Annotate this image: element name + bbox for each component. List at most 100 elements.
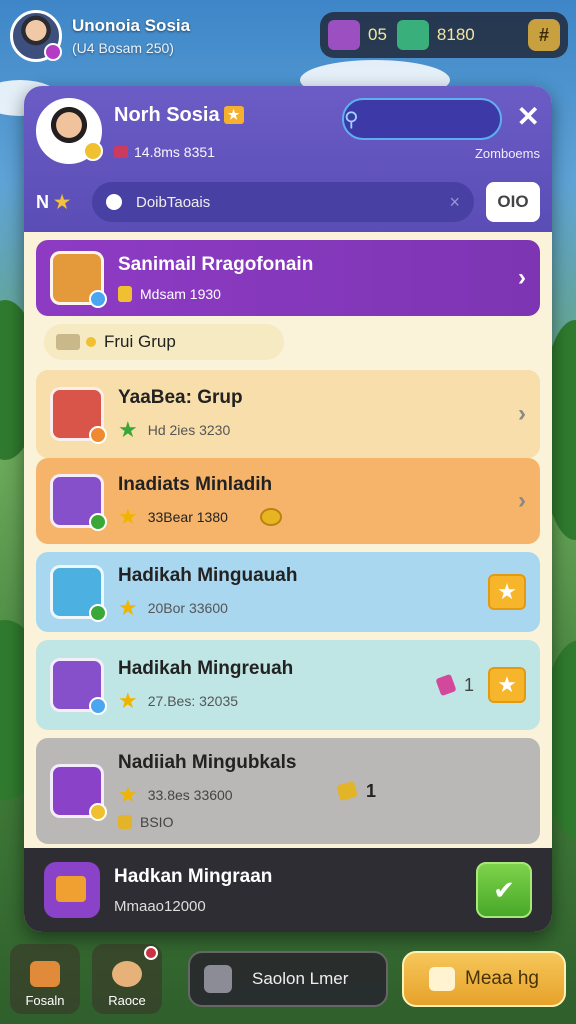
badge-icon <box>204 965 232 993</box>
filter-field[interactable]: DoibTaoais × <box>92 182 474 222</box>
item-meta-text: Mdsam 1930 <box>140 286 221 302</box>
item-meta-text: 27.Bes: 32035 <box>147 693 239 709</box>
filter-row: N ★ DoibTaoais × OIO <box>36 180 540 224</box>
close-button[interactable]: ✕ <box>517 100 540 133</box>
search-box: ⚲ ⌂ <box>342 98 502 140</box>
list-item[interactable]: YaaBea: Grup ★ Hd 2ies 3230 › <box>36 370 540 458</box>
chevron-right-icon[interactable]: › <box>518 400 526 428</box>
search-icon[interactable]: ⚲ <box>344 107 359 132</box>
medal-icon <box>118 286 132 302</box>
item-meta-secondary: BSIO <box>118 814 338 830</box>
currency-bar: 05 8180 # <box>320 12 568 58</box>
treasure-chest-icon <box>50 251 107 308</box>
mini-badge-icon <box>89 697 107 715</box>
gem-count: 8180 <box>436 25 475 44</box>
item-meta-text: 33Bear 1380 <box>147 509 228 525</box>
chevron-right-icon[interactable]: › <box>518 487 526 515</box>
list-item[interactable]: Hadikah Mingreuah ★ 27.Bes: 32035 1 ★ <box>36 640 540 730</box>
mini-badge-icon <box>89 290 107 308</box>
reward-list: Sanimail Rragofonain Mdsam 1930 › Frui G… <box>36 240 540 844</box>
user-subtitle: (U4 Bosam 250) <box>72 40 174 56</box>
chest-count: 05 <box>368 25 387 44</box>
level-label: N ★ <box>36 192 92 213</box>
nav-wide-button[interactable]: Saolon Lmer <box>188 951 388 1007</box>
clear-icon[interactable]: × <box>449 192 460 213</box>
chest-icon <box>328 20 360 50</box>
panel-user-name: Norh Sosia ★ <box>114 104 244 127</box>
claim-star-button[interactable]: ★ <box>488 667 526 703</box>
nav-item-fosaln[interactable]: Fosaln <box>10 944 80 1014</box>
user-name: Unonoia Sosia <box>72 16 191 35</box>
gift-box-icon <box>44 862 100 918</box>
currency-button[interactable]: # <box>528 19 560 51</box>
gold-reward-count: 1 <box>365 780 376 801</box>
item-title: YaaBea: Grup <box>118 387 243 408</box>
chevron-right-icon[interactable]: › <box>518 264 526 292</box>
ticket-icon <box>56 334 80 350</box>
item-info: Hadikah Minguauah ★ 20Bor 33600 <box>118 565 488 619</box>
star-badge-icon: ★ <box>223 106 244 124</box>
confirm-button[interactable]: ✔ <box>476 862 532 918</box>
list-item[interactable]: Nadiiah Mingubkals ★ 33.8es 33600 BSIO 1 <box>36 738 540 844</box>
nav-item-label: Raoce <box>108 993 146 1008</box>
mini-badge-icon <box>89 803 107 821</box>
level-letter: N <box>36 191 49 212</box>
item-info: Sanimail Rragofonain Mdsam 1930 <box>118 254 518 302</box>
filter-field-text: DoibTaoais <box>136 193 211 211</box>
item-meta: ★ 20Bor 33600 <box>118 597 488 619</box>
footer-meta: Mmaao12000 <box>114 897 206 915</box>
card-icon <box>429 967 456 991</box>
nav-primary-button[interactable]: Meaa hg <box>402 951 566 1007</box>
cabinet-icon <box>50 387 107 444</box>
item-title: Hadikah Minguauah <box>118 565 298 586</box>
item-info: YaaBea: Grup ★ Hd 2ies 3230 <box>118 387 518 441</box>
gold-bar-icon <box>336 780 358 802</box>
item-title: Nadiiah Mingubkals <box>118 752 297 773</box>
gold-reward: 1 <box>336 780 376 802</box>
panel-header: Norh Sosia★ 14.8ms 8351 ⚲ ⌂ ✕ Zomboems N… <box>24 86 552 232</box>
counter-box[interactable]: OIO <box>486 182 540 222</box>
item-meta-text: Hd 2ies 3230 <box>147 422 231 438</box>
nav-item-raoce[interactable]: Raoce <box>92 944 162 1014</box>
gold-icon <box>118 815 132 829</box>
item-meta: ★ 33.8es 33600 <box>118 784 338 806</box>
footer-title: Hadkan Mingraan <box>114 865 273 887</box>
search-input[interactable] <box>358 100 500 138</box>
gem-reward-count: 1 <box>463 674 474 695</box>
item-meta2-text: BSIO <box>140 814 174 830</box>
item-meta: Mdsam 1930 <box>118 286 518 302</box>
user-info: Unonoia Sosia (U4 Bosam 250) <box>72 16 190 56</box>
notification-dot-icon <box>144 946 158 960</box>
list-item[interactable]: Hadikah Minguauah ★ 20Bor 33600 ★ <box>36 552 540 632</box>
list-item[interactable]: Inadiats Minladih ★ 33Bear 1380 › <box>36 458 540 544</box>
panel-footer: Hadkan Mingraan Mmaao12000 ✔ <box>24 848 552 932</box>
mini-badge-icon <box>89 426 107 444</box>
panel-user-subtitle: 14.8ms 8351 <box>114 144 215 160</box>
coin-icon <box>86 337 96 347</box>
filter-dot-icon <box>106 194 122 210</box>
item-meta-text: 20Bor 33600 <box>147 600 228 616</box>
item-meta: ★ Hd 2ies 3230 <box>118 419 518 441</box>
coin-icon <box>259 508 282 526</box>
item-title: Hadikah Mingreuah <box>118 658 294 679</box>
gem-icon <box>435 673 457 697</box>
star-icon: ★ <box>118 595 138 620</box>
character-icon <box>112 961 142 987</box>
avatar-badge-icon <box>44 43 62 61</box>
item-title: Inadiats Minladih <box>118 474 273 495</box>
bag-icon <box>30 961 60 987</box>
coin-badge-icon <box>83 141 103 161</box>
star-icon: ★ <box>118 688 138 713</box>
item-meta: ★ 27.Bes: 32035 <box>118 690 438 712</box>
green-star-icon: ★ <box>118 417 138 442</box>
level-star-icon: ★ <box>54 191 71 212</box>
panel-avatar[interactable] <box>36 98 103 164</box>
orb-icon <box>50 764 107 821</box>
fruit-icon <box>50 565 107 622</box>
item-meta: ★ 33Bear 1380 <box>118 506 518 528</box>
list-item[interactable]: Sanimail Rragofonain Mdsam 1930 › <box>36 240 540 316</box>
claim-star-button[interactable]: ★ <box>488 574 526 610</box>
avatar[interactable] <box>10 10 62 62</box>
gem-icon <box>396 20 429 50</box>
gem-reward: 1 <box>435 673 474 697</box>
